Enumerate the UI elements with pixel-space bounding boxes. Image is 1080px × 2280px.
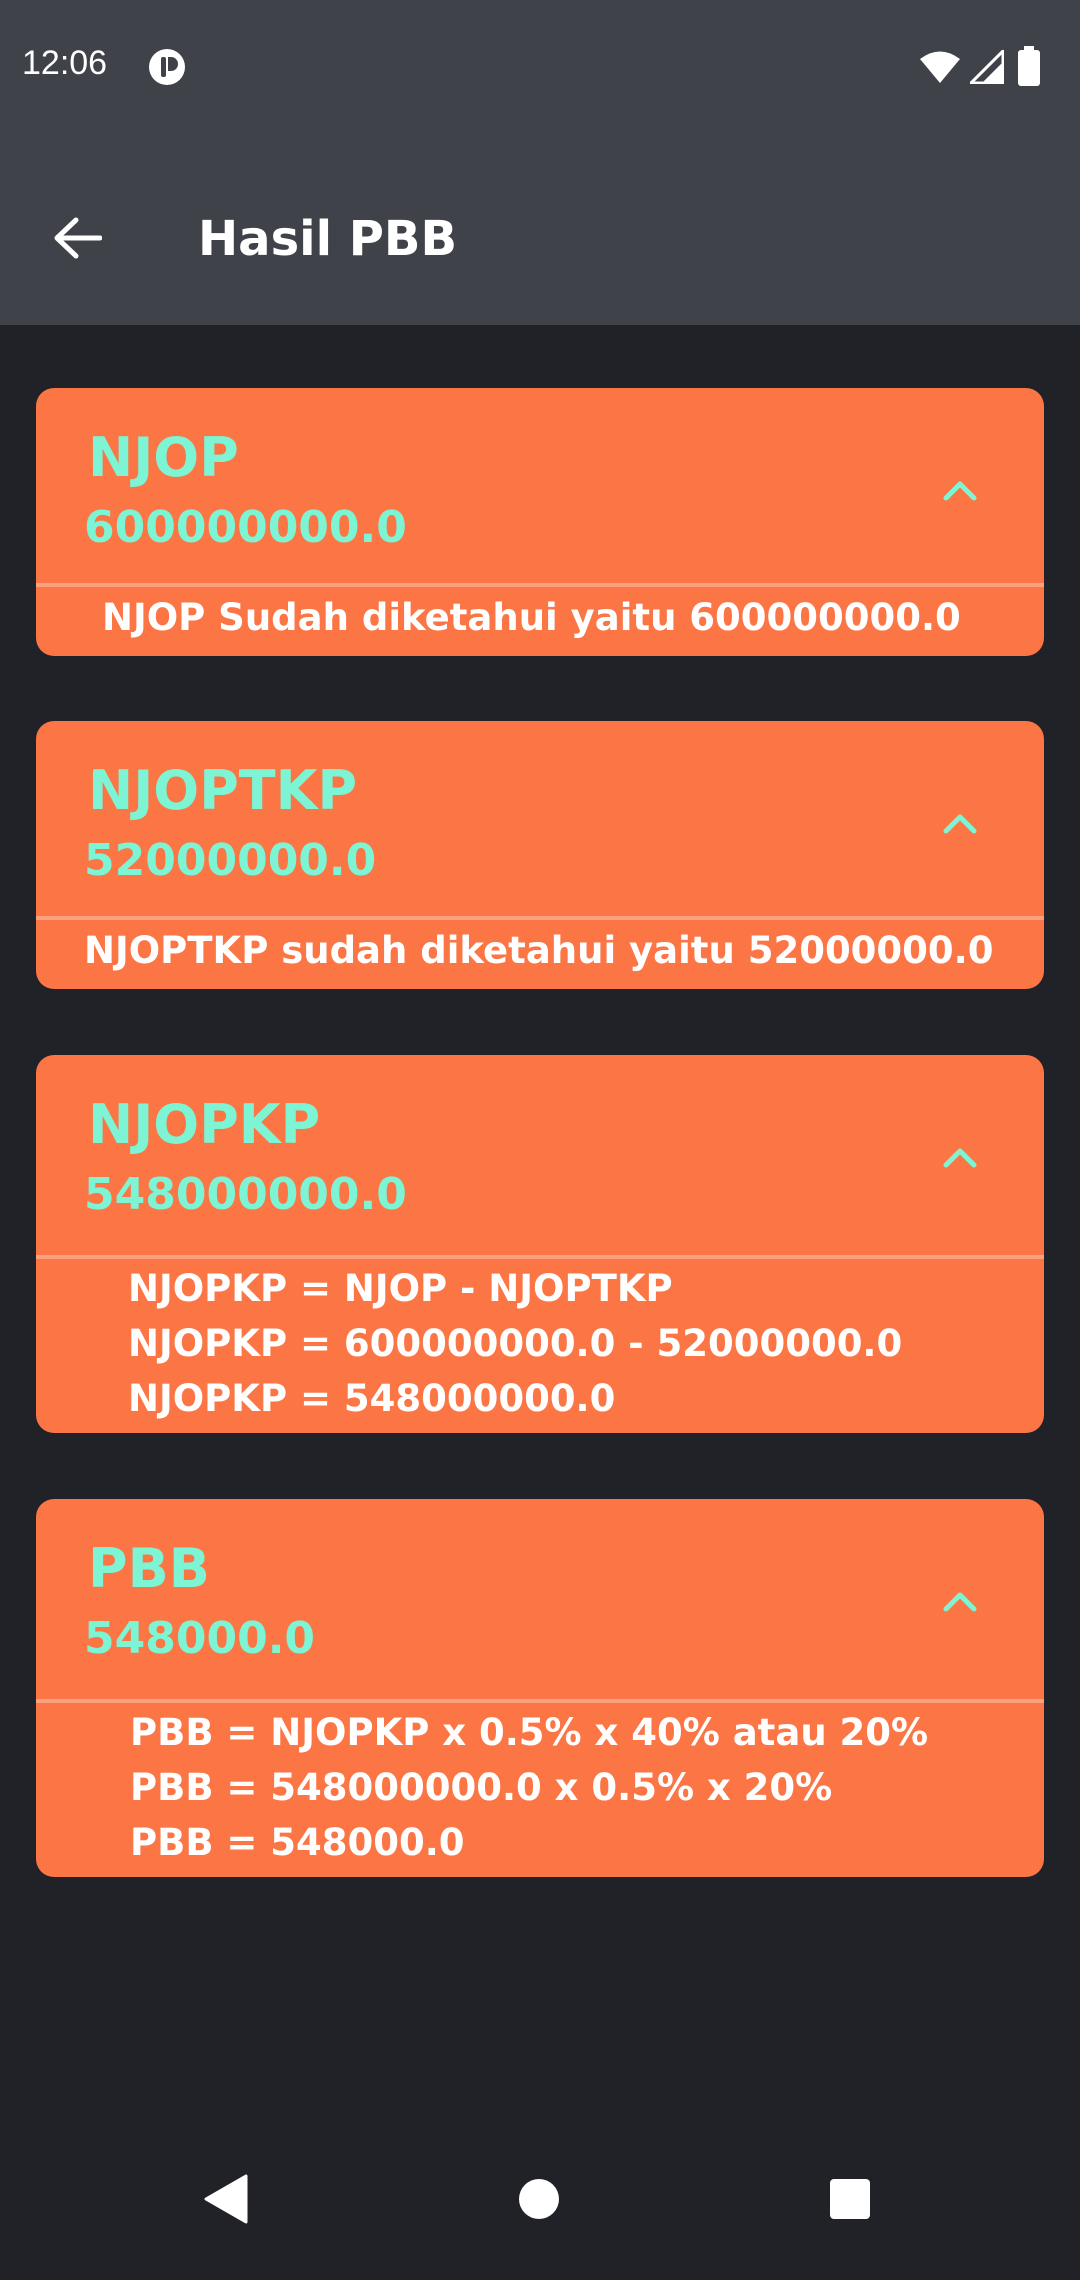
card-value: 548000000.0 (84, 1169, 407, 1220)
status-bar: 12:06 (0, 0, 1080, 135)
status-time: 12:06 (22, 44, 108, 82)
page-title: Hasil PBB (198, 211, 458, 267)
battery-icon (1018, 46, 1040, 86)
card-njopkp: NJOPKP 548000000.0 NJOPKP = NJOP - NJOPT… (36, 1055, 1044, 1433)
card-text: PBB = 548000000.0 x 0.5% x 20% (130, 1766, 833, 1809)
arrow-back-icon (54, 217, 102, 259)
chevron-up-icon[interactable] (934, 1131, 986, 1183)
card-header[interactable]: PBB 548000.0 (36, 1499, 1044, 1705)
card-title: NJOPKP (88, 1093, 321, 1156)
card-text: NJOPTKP sudah diketahui yaitu 52000000.0 (84, 929, 994, 972)
system-nav-bar (0, 2130, 1080, 2280)
card-body: NJOPKP = NJOP - NJOPTKP NJOPKP = 6000000… (36, 1259, 1044, 1426)
card-title: NJOP (88, 426, 239, 489)
nav-home-icon[interactable] (518, 2178, 560, 2220)
card-value: 52000000.0 (84, 835, 377, 886)
card-njop: NJOP 600000000.0 NJOP Sudah diketahui ya… (36, 388, 1044, 656)
card-value: 600000000.0 (84, 502, 407, 553)
card-text: NJOPKP = 548000000.0 (128, 1377, 616, 1420)
card-text: PBB = 548000.0 (130, 1821, 465, 1864)
card-njoptkp: NJOPTKP 52000000.0 NJOPTKP sudah diketah… (36, 721, 1044, 989)
app-notification-icon (149, 49, 185, 85)
card-text: NJOP Sudah diketahui yaitu 600000000.0 (102, 596, 961, 639)
chevron-up-icon[interactable] (934, 1575, 986, 1627)
app-toolbar: Hasil PBB (0, 135, 1080, 325)
nav-recents-icon[interactable] (829, 2178, 871, 2220)
chevron-up-icon[interactable] (934, 797, 986, 849)
status-icons (918, 46, 1058, 86)
card-body: PBB = NJOPKP x 0.5% x 40% atau 20% PBB =… (36, 1703, 1044, 1870)
card-value: 548000.0 (84, 1613, 316, 1664)
card-header[interactable]: NJOP 600000000.0 (36, 388, 1044, 594)
card-title: PBB (88, 1537, 210, 1600)
signal-icon (970, 50, 1004, 84)
card-title: NJOPTKP (88, 759, 358, 822)
wifi-icon (920, 51, 960, 83)
card-header[interactable]: NJOPKP 548000000.0 (36, 1055, 1044, 1261)
card-text: PBB = NJOPKP x 0.5% x 40% atau 20% (130, 1711, 929, 1754)
chevron-up-icon[interactable] (934, 464, 986, 516)
back-button[interactable] (40, 201, 114, 275)
card-header[interactable]: NJOPTKP 52000000.0 (36, 721, 1044, 927)
card-text: NJOPKP = NJOP - NJOPTKP (128, 1267, 673, 1310)
card-body: NJOPTKP sudah diketahui yaitu 52000000.0 (36, 920, 1044, 978)
card-body: NJOP Sudah diketahui yaitu 600000000.0 (36, 587, 1044, 645)
card-pbb: PBB 548000.0 PBB = NJOPKP x 0.5% x 40% a… (36, 1499, 1044, 1877)
nav-back-icon[interactable] (202, 2174, 248, 2224)
card-text: NJOPKP = 600000000.0 - 52000000.0 (128, 1322, 903, 1365)
